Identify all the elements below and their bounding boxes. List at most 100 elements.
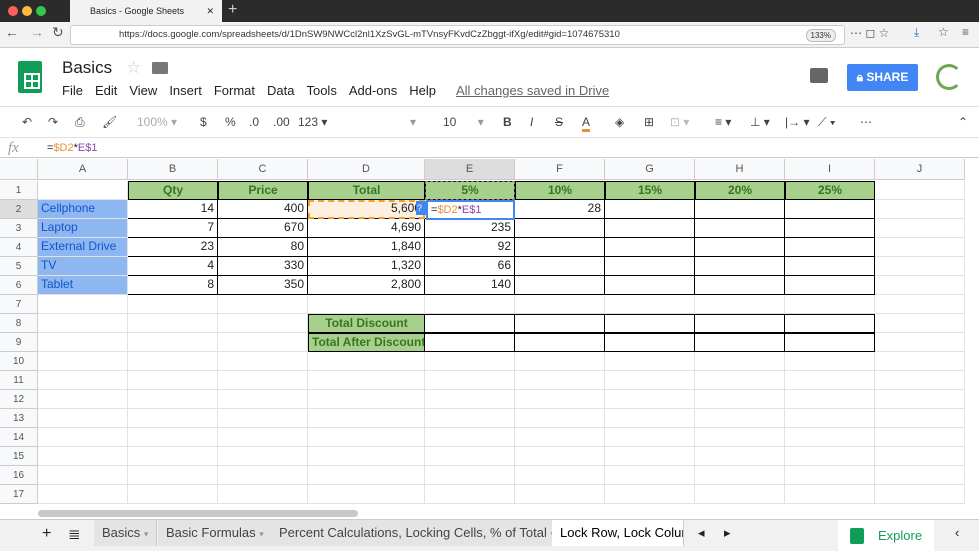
- cell[interactable]: [875, 314, 965, 333]
- cell[interactable]: [875, 352, 965, 371]
- discount-cell[interactable]: [695, 257, 785, 276]
- comments-icon[interactable]: [810, 68, 828, 83]
- all-sheets-icon[interactable]: ≣: [68, 525, 81, 543]
- cell[interactable]: [515, 371, 605, 390]
- cell[interactable]: [38, 371, 128, 390]
- summary-value-cell[interactable]: [695, 333, 785, 352]
- back-icon[interactable]: ←: [5, 24, 19, 40]
- cell[interactable]: [308, 390, 425, 409]
- cell[interactable]: [605, 466, 695, 485]
- font-size-select[interactable]: 10 ▾: [443, 115, 484, 129]
- cell[interactable]: [875, 219, 965, 238]
- cell[interactable]: [695, 390, 785, 409]
- discount-cell[interactable]: [695, 200, 785, 219]
- cell[interactable]: [605, 295, 695, 314]
- cell[interactable]: [875, 447, 965, 466]
- summary-value-cell[interactable]: [425, 314, 515, 333]
- cell[interactable]: [785, 466, 875, 485]
- cell[interactable]: [785, 485, 875, 504]
- cell[interactable]: [38, 181, 128, 200]
- header-cell-c[interactable]: Price: [218, 181, 308, 200]
- add-sheet-icon[interactable]: +: [42, 525, 51, 543]
- cell[interactable]: [515, 390, 605, 409]
- font-select[interactable]: ▾: [410, 115, 416, 129]
- formula-text[interactable]: =$D2*E$1: [47, 138, 97, 158]
- sheet-tab-percent-calculations[interactable]: Percent Calculations, Locking Cells, % o…: [271, 520, 564, 546]
- scroll-tabs-left-icon[interactable]: ◂: [698, 525, 705, 541]
- menu-tools[interactable]: Tools: [306, 83, 336, 98]
- cell[interactable]: [875, 390, 965, 409]
- cell[interactable]: [38, 485, 128, 504]
- summary-value-cell[interactable]: [695, 314, 785, 333]
- discount-10-cell[interactable]: [515, 276, 605, 295]
- cell[interactable]: [308, 428, 425, 447]
- star-icon[interactable]: ☆: [126, 58, 141, 78]
- cell[interactable]: [38, 314, 128, 333]
- header-cell-g[interactable]: 15%: [605, 181, 695, 200]
- cell[interactable]: [38, 447, 128, 466]
- cell[interactable]: [218, 333, 308, 352]
- hamburger-menu-icon[interactable]: ≡: [962, 25, 969, 39]
- summary-label-cell[interactable]: Total Discount: [308, 314, 425, 333]
- menu-edit[interactable]: Edit: [95, 83, 117, 98]
- cell[interactable]: [515, 295, 605, 314]
- download-icon[interactable]: ⤓: [914, 25, 919, 40]
- discount-cell[interactable]: [605, 219, 695, 238]
- cell[interactable]: [38, 333, 128, 352]
- row-header-15[interactable]: 15: [0, 447, 38, 466]
- cell[interactable]: [308, 371, 425, 390]
- column-header-j[interactable]: J: [875, 159, 965, 180]
- cell[interactable]: [425, 466, 515, 485]
- url-input[interactable]: https://docs.google.com/spreadsheets/d/1…: [70, 25, 845, 45]
- header-cell-h[interactable]: 20%: [695, 181, 785, 200]
- text-color-icon[interactable]: A: [582, 115, 591, 132]
- row-header-17[interactable]: 17: [0, 485, 38, 504]
- redo-icon[interactable]: ↷: [48, 115, 58, 129]
- share-button[interactable]: 🔒︎ SHARE: [847, 64, 918, 91]
- cell[interactable]: [38, 428, 128, 447]
- cell[interactable]: [218, 295, 308, 314]
- cell[interactable]: [605, 409, 695, 428]
- column-header-f[interactable]: F: [515, 159, 605, 180]
- cell[interactable]: [515, 485, 605, 504]
- sheet-tab-basic-formulas[interactable]: Basic Formulas ▾: [158, 520, 273, 546]
- decrease-decimal-button[interactable]: .0: [249, 115, 259, 129]
- maximize-window-icon[interactable]: [36, 6, 46, 16]
- discount-10-cell[interactable]: 28: [515, 200, 605, 219]
- menu-format[interactable]: Format: [214, 83, 255, 98]
- summary-value-cell[interactable]: [605, 333, 695, 352]
- row-header-4[interactable]: 4: [0, 238, 38, 257]
- summary-value-cell[interactable]: [425, 333, 515, 352]
- price-cell[interactable]: 350: [218, 276, 308, 295]
- summary-label-cell[interactable]: Total After Discount: [308, 333, 425, 352]
- account-avatar[interactable]: [936, 64, 962, 90]
- cell[interactable]: [128, 428, 218, 447]
- cell[interactable]: [875, 257, 965, 276]
- more-formats-select[interactable]: 123 ▾: [298, 115, 327, 129]
- row-header-8[interactable]: 8: [0, 314, 38, 333]
- cell[interactable]: [875, 181, 965, 200]
- header-cell-f[interactable]: 10%: [515, 181, 605, 200]
- row-header-10[interactable]: 10: [0, 352, 38, 371]
- cell[interactable]: [38, 409, 128, 428]
- cell[interactable]: [38, 390, 128, 409]
- item-name-cell[interactable]: External Drive: [38, 238, 128, 257]
- cell[interactable]: [785, 409, 875, 428]
- discount-5-cell[interactable]: 66: [425, 257, 515, 276]
- cell[interactable]: [515, 409, 605, 428]
- qty-cell[interactable]: 14: [128, 200, 218, 219]
- bold-icon[interactable]: B: [503, 115, 512, 129]
- column-header-e[interactable]: E: [425, 159, 515, 180]
- menu-help[interactable]: Help: [409, 83, 436, 98]
- collapse-toolbar-icon[interactable]: ⌃: [958, 115, 968, 129]
- discount-cell[interactable]: [785, 257, 875, 276]
- item-name-cell[interactable]: Cellphone: [38, 200, 128, 219]
- cell[interactable]: [128, 295, 218, 314]
- row-header-11[interactable]: 11: [0, 371, 38, 390]
- cell[interactable]: [875, 333, 965, 352]
- item-name-cell[interactable]: Tablet: [38, 276, 128, 295]
- discount-cell[interactable]: [785, 276, 875, 295]
- summary-value-cell[interactable]: [785, 333, 875, 352]
- column-header-a[interactable]: A: [38, 159, 128, 180]
- cell[interactable]: [425, 447, 515, 466]
